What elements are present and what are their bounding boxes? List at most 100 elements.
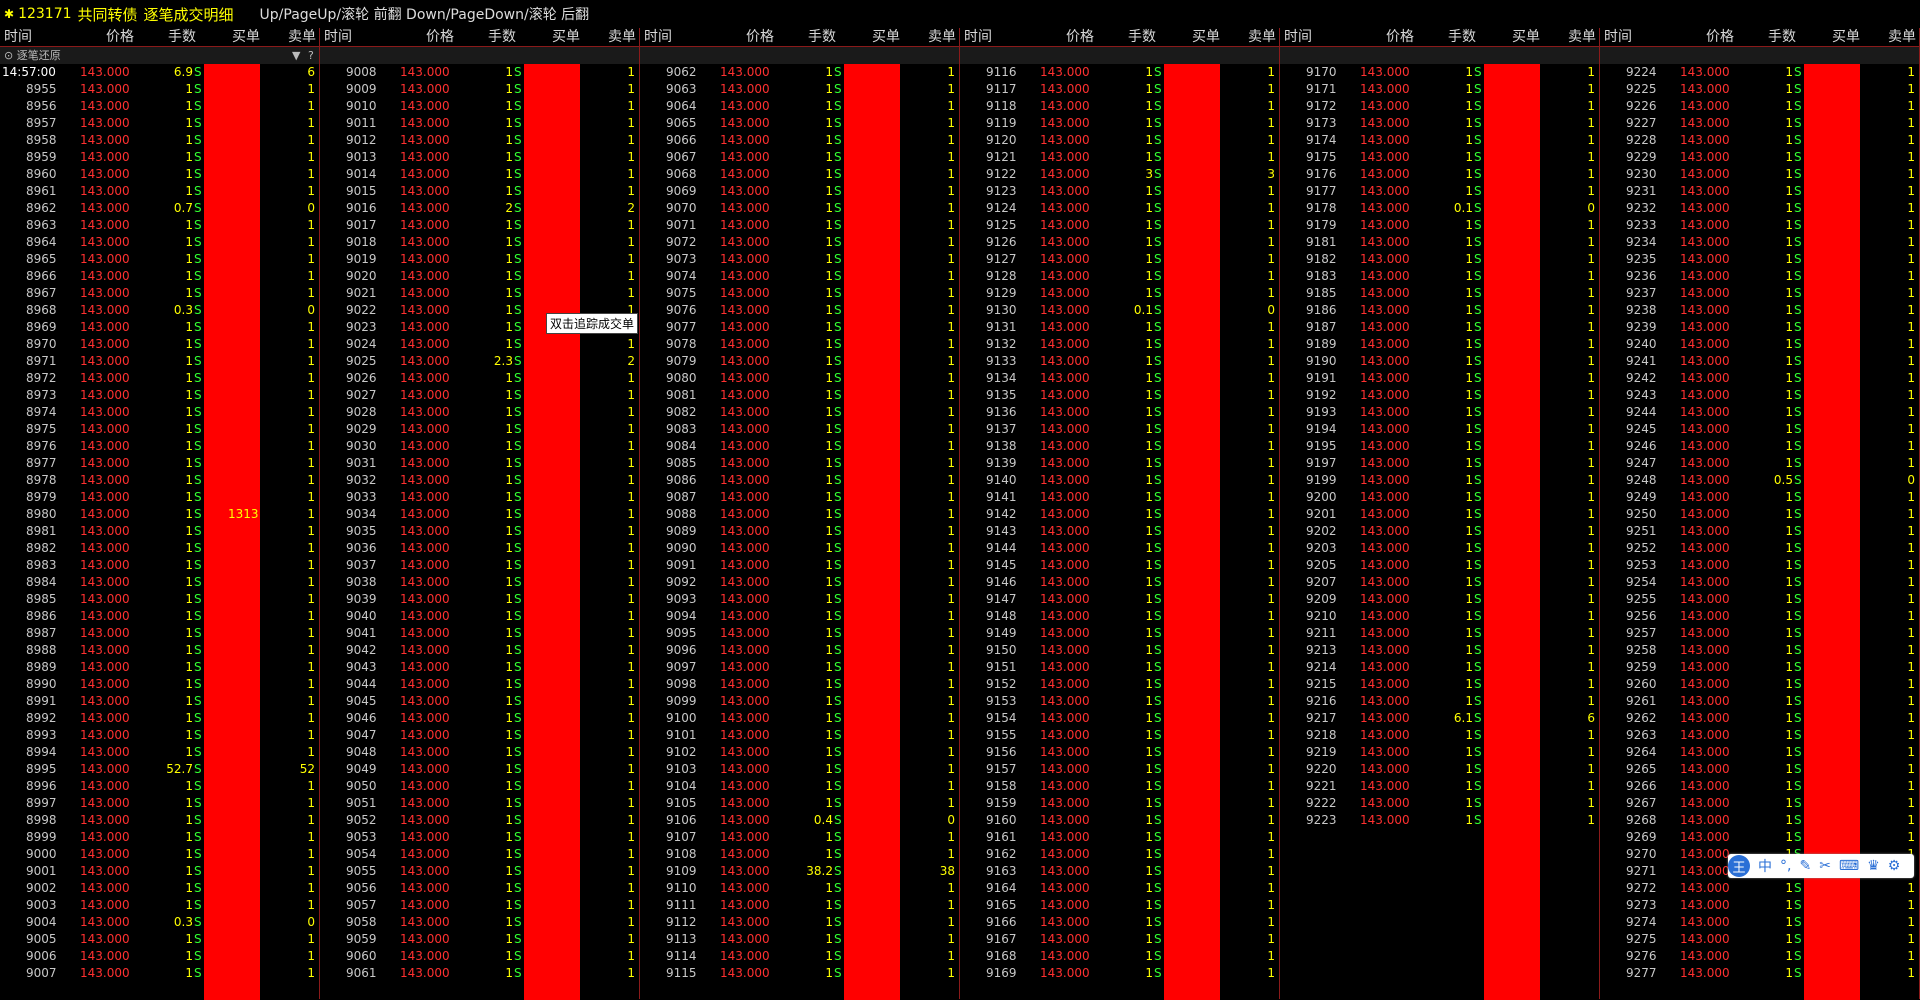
- tick-row[interactable]: 9185 143.000 1 S 1: [1280, 285, 1599, 302]
- tick-row[interactable]: 9000 143.000 1 S 1: [0, 846, 319, 863]
- tick-row[interactable]: 9052 143.000 1 S 1: [320, 812, 639, 829]
- tick-row[interactable]: 9068 143.000 1 S 1: [640, 166, 959, 183]
- tick-row[interactable]: 9159 143.000 1 S 1: [960, 795, 1279, 812]
- restore-toggle[interactable]: ⊙ 逐笔还原: [4, 47, 61, 64]
- tick-row[interactable]: 8955 143.000 1 S 1: [0, 81, 319, 98]
- tick-row[interactable]: 9207 143.000 1 S 1: [1280, 574, 1599, 591]
- tick-row[interactable]: 9151 143.000 1 S 1: [960, 659, 1279, 676]
- tick-row[interactable]: 9043 143.000 1 S 1: [320, 659, 639, 676]
- tick-row[interactable]: 9092 143.000 1 S 1: [640, 574, 959, 591]
- ime-scissors-icon[interactable]: ✂: [1819, 858, 1831, 874]
- tick-row[interactable]: 9005 143.000 1 S 1: [0, 931, 319, 948]
- tick-row[interactable]: 9220 143.000 1 S 1: [1280, 761, 1599, 778]
- tick-row[interactable]: 9203 143.000 1 S 1: [1280, 540, 1599, 557]
- tick-row[interactable]: 9183 143.000 1 S 1: [1280, 268, 1599, 285]
- tick-row[interactable]: 9018 143.000 1 S 1: [320, 234, 639, 251]
- tick-row[interactable]: 9163 143.000 1 S 1: [960, 863, 1279, 880]
- tick-row[interactable]: 9272 143.000 1 S 1: [1600, 880, 1919, 897]
- tick-row[interactable]: 8998 143.000 1 S 1: [0, 812, 319, 829]
- tick-row[interactable]: 9065 143.000 1 S 1: [640, 115, 959, 132]
- tick-row[interactable]: 9137 143.000 1 S 1: [960, 421, 1279, 438]
- tick-row[interactable]: 9179 143.000 1 S 1: [1280, 217, 1599, 234]
- tick-row[interactable]: 9004 143.000 0.3 S 0: [0, 914, 319, 931]
- tick-row[interactable]: 9045 143.000 1 S 1: [320, 693, 639, 710]
- tick-row[interactable]: 9084 143.000 1 S 1: [640, 438, 959, 455]
- tick-row[interactable]: 8985 143.000 1 S 1: [0, 591, 319, 608]
- tick-row[interactable]: 9100 143.000 1 S 1: [640, 710, 959, 727]
- tick-row[interactable]: 9075 143.000 1 S 1: [640, 285, 959, 302]
- tick-row[interactable]: 9040 143.000 1 S 1: [320, 608, 639, 625]
- star-icon[interactable]: ✱: [4, 7, 14, 21]
- tick-row[interactable]: 9076 143.000 1 S 1: [640, 302, 959, 319]
- tick-row[interactable]: 9147 143.000 1 S 1: [960, 591, 1279, 608]
- tick-row[interactable]: 9119 143.000 1 S 1: [960, 115, 1279, 132]
- tick-row[interactable]: 8983 143.000 1 S 1: [0, 557, 319, 574]
- tick-row[interactable]: 9250 143.000 1 S 1: [1600, 506, 1919, 523]
- tick-row[interactable]: 9013 143.000 1 S 1: [320, 149, 639, 166]
- tick-row[interactable]: 8957 143.000 1 S 1: [0, 115, 319, 132]
- tick-row[interactable]: 9001 143.000 1 S 1: [0, 863, 319, 880]
- tick-row[interactable]: 9079 143.000 1 S 1: [640, 353, 959, 370]
- tick-row[interactable]: 9182 143.000 1 S 1: [1280, 251, 1599, 268]
- tick-row[interactable]: 9169 143.000 1 S 1: [960, 965, 1279, 982]
- tick-row[interactable]: 9093 143.000 1 S 1: [640, 591, 959, 608]
- tick-row[interactable]: 9010 143.000 1 S 1: [320, 98, 639, 115]
- tick-row[interactable]: 9130 143.000 0.1 S 0: [960, 302, 1279, 319]
- tick-row[interactable]: 9041 143.000 1 S 1: [320, 625, 639, 642]
- tick-row[interactable]: 9202 143.000 1 S 1: [1280, 523, 1599, 540]
- tick-row[interactable]: 9108 143.000 1 S 1: [640, 846, 959, 863]
- tick-row[interactable]: 9157 143.000 1 S 1: [960, 761, 1279, 778]
- tick-row[interactable]: 9239 143.000 1 S 1: [1600, 319, 1919, 336]
- ime-keyboard-icon[interactable]: ⌨: [1839, 858, 1859, 874]
- filter-icon[interactable]: ▼: [292, 47, 300, 64]
- tick-row[interactable]: 8970 143.000 1 S 1: [0, 336, 319, 353]
- tick-row[interactable]: 9002 143.000 1 S 1: [0, 880, 319, 897]
- tick-row[interactable]: 9162 143.000 1 S 1: [960, 846, 1279, 863]
- tick-row[interactable]: 9071 143.000 1 S 1: [640, 217, 959, 234]
- tick-row[interactable]: 14:57:00 143.000 6.9 S 6: [0, 64, 319, 81]
- tick-row[interactable]: 9172 143.000 1 S 1: [1280, 98, 1599, 115]
- tick-row[interactable]: 9152 143.000 1 S 1: [960, 676, 1279, 693]
- tick-row[interactable]: 8962 143.000 0.7 S 0: [0, 200, 319, 217]
- tick-row[interactable]: 9221 143.000 1 S 1: [1280, 778, 1599, 795]
- tick-row[interactable]: 8967 143.000 1 S 1: [0, 285, 319, 302]
- tick-row[interactable]: 9258 143.000 1 S 1: [1600, 642, 1919, 659]
- tick-row[interactable]: 9158 143.000 1 S 1: [960, 778, 1279, 795]
- tick-row[interactable]: 9216 143.000 1 S 1: [1280, 693, 1599, 710]
- tick-row[interactable]: 9186 143.000 1 S 1: [1280, 302, 1599, 319]
- tick-row[interactable]: 9249 143.000 1 S 1: [1600, 489, 1919, 506]
- ime-pen-icon[interactable]: ✎: [1799, 858, 1811, 874]
- tick-row[interactable]: 9223 143.000 1 S 1: [1280, 812, 1599, 829]
- tick-row[interactable]: 9277 143.000 1 S 1: [1600, 965, 1919, 982]
- tick-row[interactable]: 8972 143.000 1 S 1: [0, 370, 319, 387]
- tick-row[interactable]: 9127 143.000 1 S 1: [960, 251, 1279, 268]
- tick-row[interactable]: 9129 143.000 1 S 1: [960, 285, 1279, 302]
- tick-row[interactable]: 9263 143.000 1 S 1: [1600, 727, 1919, 744]
- tick-row[interactable]: 8987 143.000 1 S 1: [0, 625, 319, 642]
- tick-row[interactable]: 9003 143.000 1 S 1: [0, 897, 319, 914]
- tick-row[interactable]: 9120 143.000 1 S 1: [960, 132, 1279, 149]
- tick-row[interactable]: 9051 143.000 1 S 1: [320, 795, 639, 812]
- tick-row[interactable]: 8979 143.000 1 S 1: [0, 489, 319, 506]
- tick-row[interactable]: 9241 143.000 1 S 1: [1600, 353, 1919, 370]
- tick-row[interactable]: 9105 143.000 1 S 1: [640, 795, 959, 812]
- tick-row[interactable]: 9192 143.000 1 S 1: [1280, 387, 1599, 404]
- tick-row[interactable]: 8976 143.000 1 S 1: [0, 438, 319, 455]
- tick-row[interactable]: 9265 143.000 1 S 1: [1600, 761, 1919, 778]
- tick-row[interactable]: 9218 143.000 1 S 1: [1280, 727, 1599, 744]
- tick-row[interactable]: 9174 143.000 1 S 1: [1280, 132, 1599, 149]
- tick-row[interactable]: 9138 143.000 1 S 1: [960, 438, 1279, 455]
- tick-row[interactable]: 9262 143.000 1 S 1: [1600, 710, 1919, 727]
- tick-row[interactable]: 9233 143.000 1 S 1: [1600, 217, 1919, 234]
- ime-toolbar[interactable]: 王 中 °, ✎ ✂ ⌨ ♛ ⚙: [1728, 854, 1914, 878]
- tick-row[interactable]: 9106 143.000 0.4 S 0: [640, 812, 959, 829]
- tick-row[interactable]: 9228 143.000 1 S 1: [1600, 132, 1919, 149]
- tick-row[interactable]: 9053 143.000 1 S 1: [320, 829, 639, 846]
- tick-row[interactable]: 9142 143.000 1 S 1: [960, 506, 1279, 523]
- tick-row[interactable]: 9166 143.000 1 S 1: [960, 914, 1279, 931]
- tick-row[interactable]: 9231 143.000 1 S 1: [1600, 183, 1919, 200]
- tick-row[interactable]: 8966 143.000 1 S 1: [0, 268, 319, 285]
- tick-row[interactable]: 9171 143.000 1 S 1: [1280, 81, 1599, 98]
- tick-row[interactable]: 9128 143.000 1 S 1: [960, 268, 1279, 285]
- tick-row[interactable]: 9122 143.000 3 S 3: [960, 166, 1279, 183]
